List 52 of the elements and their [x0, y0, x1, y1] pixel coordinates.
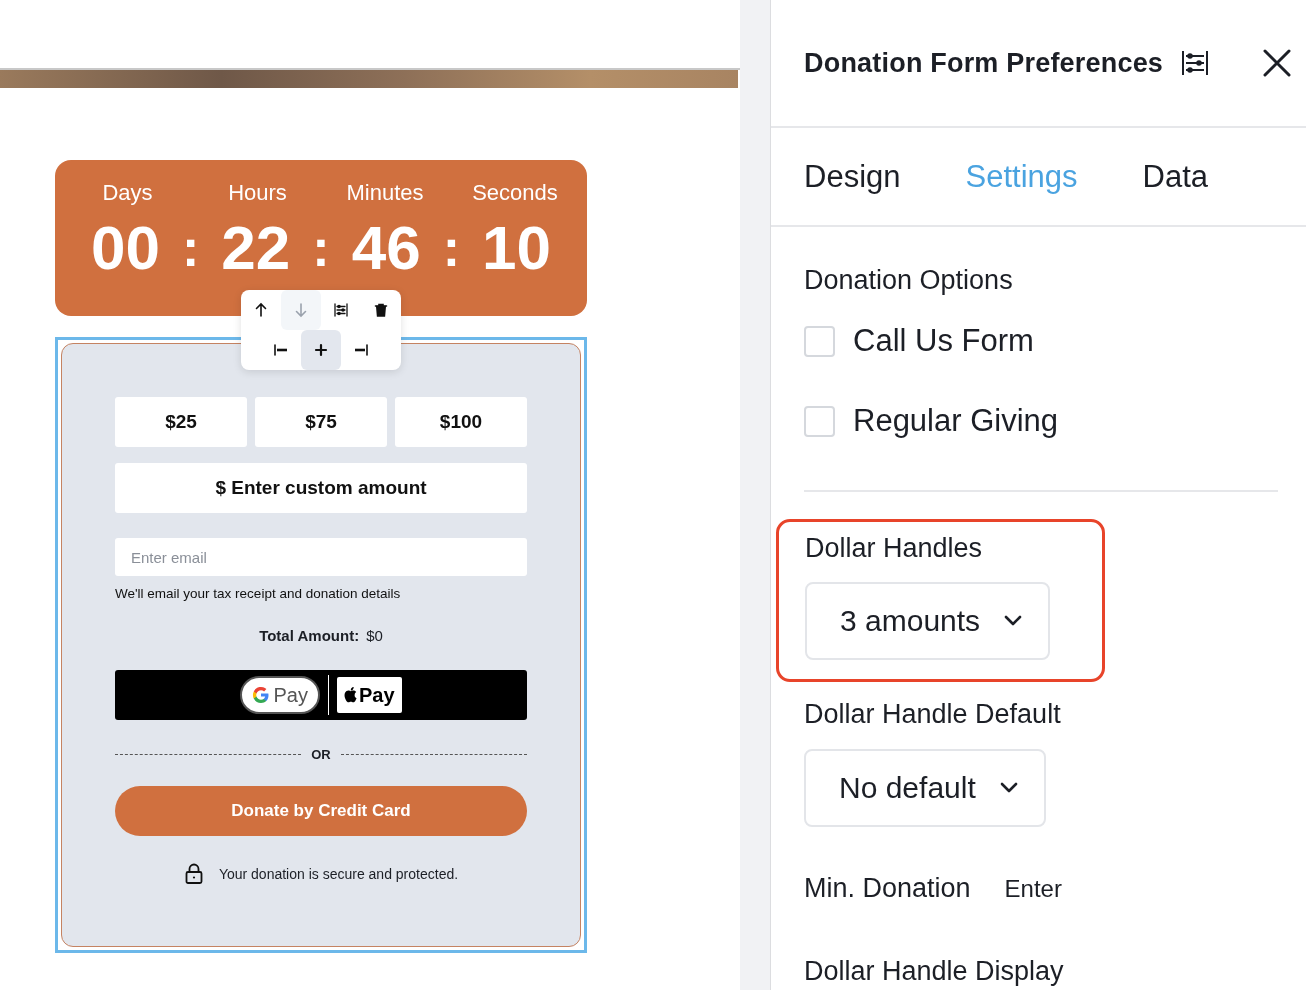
- section-heading: Donation Options: [804, 265, 1013, 296]
- countdown-separator: :: [442, 217, 460, 278]
- google-pay-button[interactable]: Pay: [240, 676, 320, 714]
- custom-amount-button[interactable]: $ Enter custom amount: [115, 463, 527, 513]
- security-note: Your donation is secure and protected.: [218, 865, 459, 882]
- trash-icon: [373, 302, 389, 318]
- panel-title: Donation Form Preferences: [804, 47, 1164, 79]
- close-button[interactable]: [1262, 48, 1292, 78]
- panel-tab[interactable]: Data: [1142, 158, 1208, 195]
- plus-icon: [313, 342, 329, 358]
- chevron-down-icon: [1004, 615, 1023, 627]
- arrow-down-icon: [293, 302, 309, 318]
- field-label: Min. Donation: [804, 873, 971, 904]
- countdown-label: Minutes: [345, 180, 425, 206]
- dropdown[interactable]: 3 amounts: [805, 582, 1051, 660]
- total-value: $0: [366, 627, 383, 644]
- lock-icon: [183, 863, 204, 884]
- amount-option[interactable]: $75: [255, 397, 387, 447]
- field-label: Dollar Handle Display: [804, 956, 1064, 987]
- countdown-value: 00: [91, 212, 161, 283]
- arrow-up-icon: [253, 302, 269, 318]
- email-note: We'll email your tax receipt and donation details: [115, 586, 402, 601]
- countdown-separator: :: [312, 217, 330, 278]
- dropdown[interactable]: No default: [804, 749, 1046, 827]
- google-logo-icon: [252, 686, 271, 704]
- align-left-icon: [273, 342, 289, 358]
- apple-pay-button[interactable]: Pay: [336, 677, 402, 713]
- checkbox[interactable]: [804, 325, 835, 357]
- or-separator-label: OR: [311, 747, 331, 762]
- amount-option[interactable]: $100: [395, 397, 527, 447]
- align-right-icon: [353, 342, 369, 358]
- chevron-down-icon: [999, 782, 1018, 794]
- checkbox[interactable]: [804, 405, 835, 437]
- field-label: Dollar Handle Default: [804, 699, 1061, 730]
- sliders-icon[interactable]: [1181, 50, 1210, 76]
- countdown-label: Hours: [227, 180, 288, 206]
- total-label: Total Amount:: [259, 627, 360, 644]
- countdown-label: Seconds: [471, 180, 559, 206]
- add-button[interactable]: [301, 330, 341, 370]
- countdown-value: 22: [221, 212, 291, 283]
- countdown-value: 46: [351, 212, 421, 283]
- checkbox-label: Regular Giving: [853, 403, 1059, 439]
- countdown-label: Days: [101, 180, 154, 206]
- countdown-value: 10: [481, 212, 551, 283]
- panel-tab[interactable]: Design: [804, 158, 901, 195]
- amount-option[interactable]: $25: [115, 397, 247, 447]
- sliders-icon: [333, 302, 349, 318]
- checkbox-label: Call Us Form: [853, 323, 1034, 359]
- field-label: Dollar Handles: [805, 533, 984, 564]
- apple-logo-icon: [343, 687, 358, 703]
- countdown-separator: :: [182, 217, 200, 278]
- email-field[interactable]: Enter email: [115, 538, 527, 576]
